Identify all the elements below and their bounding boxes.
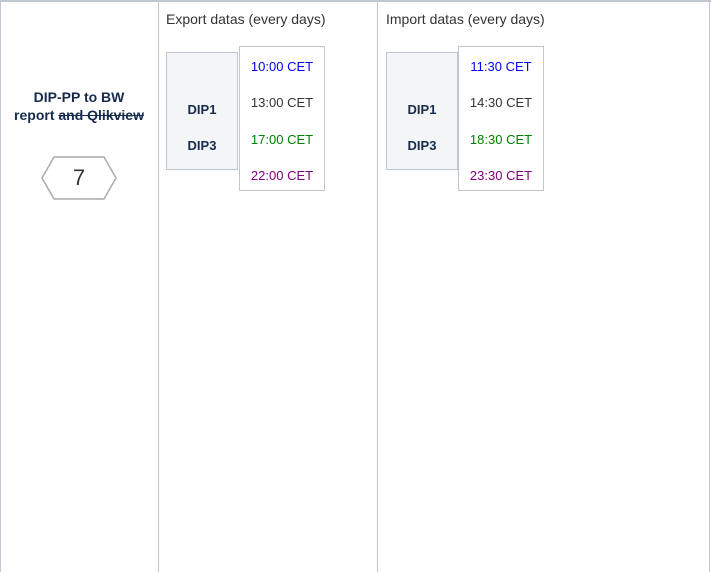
column-divider — [158, 0, 159, 572]
import-systems-box: DIP1 DIP3 — [386, 52, 458, 170]
step-number: 7 — [72, 165, 86, 190]
export-header: Export datas (every days) — [166, 11, 326, 27]
step-number-badge: 7 — [40, 155, 118, 201]
export-time: 17:00 CET — [250, 132, 314, 147]
export-systems-box: DIP1 DIP3 — [166, 52, 238, 170]
export-time: 13:00 CET — [250, 95, 314, 110]
column-divider — [377, 0, 378, 572]
import-time: 14:30 CET — [469, 95, 533, 110]
export-times-box: 10:00 CET 13:00 CET 17:00 CET 22:00 CET — [239, 46, 325, 191]
export-system-label: DIP1 — [187, 102, 217, 117]
schedule-table: DIP-PP to BW report and Qlikview 7 Expor… — [0, 0, 711, 572]
report-title-line1: DIP-PP to BW — [33, 89, 125, 105]
report-title-line2: report — [14, 107, 59, 123]
import-system-label: DIP3 — [407, 138, 437, 153]
column-divider — [709, 0, 710, 572]
import-times-box: 11:30 CET 14:30 CET 18:30 CET 23:30 CET — [458, 46, 544, 191]
export-system-label: DIP3 — [187, 138, 217, 153]
export-time: 22:00 CET — [250, 168, 314, 183]
export-time: 10:00 CET — [250, 59, 314, 74]
report-title-strikethrough: and Qlikview — [58, 107, 144, 123]
import-header: Import datas (every days) — [386, 11, 545, 27]
import-system-label: DIP1 — [407, 102, 437, 117]
import-time: 23:30 CET — [469, 168, 533, 183]
import-time: 18:30 CET — [469, 132, 533, 147]
report-title: DIP-PP to BW report and Qlikview — [0, 88, 158, 124]
import-time: 11:30 CET — [470, 59, 532, 74]
